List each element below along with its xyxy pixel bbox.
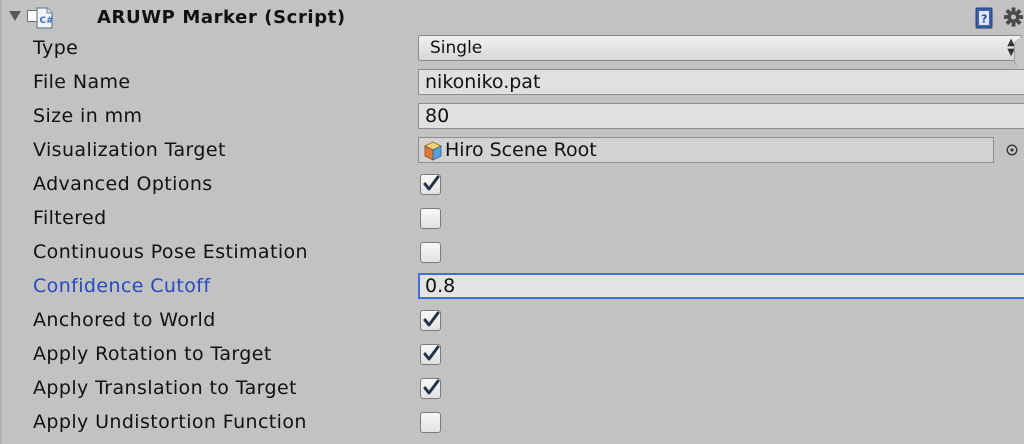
row-continuous-pose-estimation: Continuous Pose Estimation xyxy=(0,235,1024,269)
help-book-icon[interactable]: ? xyxy=(974,7,994,29)
row-visualization-target: Visualization Target Hiro Scene Root xyxy=(0,133,1024,167)
continuous-pose-estimation-checkbox[interactable] xyxy=(420,242,441,263)
checkmark-icon xyxy=(423,175,440,191)
row-advanced-options: Advanced Options xyxy=(0,167,1024,201)
anchored-to-world-label: Anchored to World xyxy=(33,309,216,331)
apply-rotation-to-target-label: Apply Rotation to Target xyxy=(33,343,272,365)
apply-undistortion-function-checkbox[interactable] xyxy=(420,412,441,433)
size-in-mm-field[interactable]: 80 xyxy=(418,103,1024,129)
advanced-options-label: Advanced Options xyxy=(33,173,213,195)
row-apply-translation-to-target: Apply Translation to Target xyxy=(0,371,1024,405)
component-header[interactable]: C# ARUWP Marker (Script) ? xyxy=(0,0,1024,34)
apply-undistortion-function-label: Apply Undistortion Function xyxy=(33,411,307,433)
checkmark-icon xyxy=(423,379,440,395)
advanced-options-checkbox[interactable] xyxy=(420,174,441,195)
row-apply-rotation-to-target: Apply Rotation to Target xyxy=(0,337,1024,371)
row-anchored-to-world: Anchored to World xyxy=(0,303,1024,337)
visualization-target-field[interactable]: Hiro Scene Root xyxy=(418,137,994,163)
confidence-cutoff-label: Confidence Cutoff xyxy=(33,275,211,297)
scrollbar-handle[interactable] xyxy=(1014,38,1024,68)
component-title: ARUWP Marker (Script) xyxy=(97,7,346,28)
object-picker-icon[interactable] xyxy=(1006,144,1018,156)
gear-icon[interactable] xyxy=(1003,6,1024,28)
row-apply-undistortion-function: Apply Undistortion Function xyxy=(0,405,1024,439)
confidence-cutoff-field[interactable]: 0.8 xyxy=(418,273,1024,299)
file-name-label: File Name xyxy=(33,71,131,93)
svg-text:?: ? xyxy=(981,13,987,26)
gameobject-cube-icon xyxy=(424,141,442,161)
row-filtered: Filtered xyxy=(0,201,1024,235)
filtered-checkbox[interactable] xyxy=(420,208,441,229)
checkmark-icon xyxy=(423,345,440,361)
apply-translation-to-target-checkbox[interactable] xyxy=(420,378,441,399)
inspector-panel: C# ARUWP Marker (Script) ? Type Single ▲… xyxy=(0,0,1024,444)
type-dropdown-value: Single xyxy=(430,38,483,58)
script-icon: C# xyxy=(36,7,54,29)
apply-translation-to-target-label: Apply Translation to Target xyxy=(33,377,297,399)
visualization-target-value: Hiro Scene Root xyxy=(445,139,597,161)
continuous-pose-estimation-label: Continuous Pose Estimation xyxy=(33,241,308,263)
apply-rotation-to-target-checkbox[interactable] xyxy=(420,344,441,365)
visualization-target-label: Visualization Target xyxy=(33,139,226,161)
row-confidence-cutoff: Confidence Cutoff 0.8 xyxy=(0,269,1024,303)
type-label: Type xyxy=(33,37,79,59)
size-in-mm-label: Size in mm xyxy=(33,105,143,127)
checkmark-icon xyxy=(423,311,440,327)
filtered-label: Filtered xyxy=(33,207,107,229)
svg-text:C#: C# xyxy=(40,16,54,26)
type-dropdown[interactable]: Single ▲ ▼ xyxy=(418,35,1022,61)
foldout-triangle-icon[interactable] xyxy=(9,11,21,21)
row-size-in-mm: Size in mm 80 xyxy=(0,99,1024,133)
row-type: Type Single ▲ ▼ xyxy=(0,31,1024,65)
row-file-name: File Name nikoniko.pat xyxy=(0,65,1024,99)
anchored-to-world-checkbox[interactable] xyxy=(420,310,441,331)
file-name-field[interactable]: nikoniko.pat xyxy=(418,69,1024,95)
